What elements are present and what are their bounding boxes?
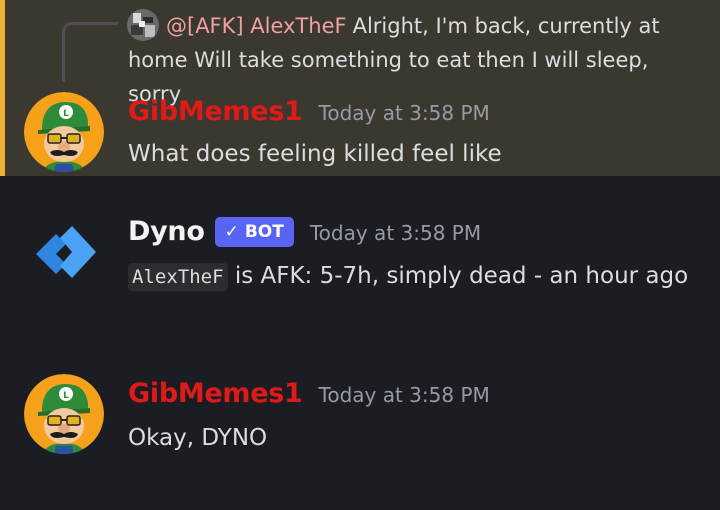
svg-text:L: L [63,391,69,401]
bot-badge-label: BOT [244,222,284,242]
message-highlighted[interactable]: @[AFK] AlexTheF Alright, I'm back, curren… [0,0,720,176]
message-content: Okay, DYNO [128,425,268,451]
message-header: GibMemes1 Today at 3:58 PM [128,96,490,127]
bot-badge: ✓ BOT [214,217,294,247]
message-header: Dyno ✓ BOT Today at 3:58 PM [128,216,481,250]
timestamp[interactable]: Today at 3:58 PM [310,221,481,245]
username[interactable]: Dyno [128,216,205,247]
message-text: is AFK: 5-7h, simply dead - an hour ago [227,263,689,289]
avatar[interactable]: L [24,374,104,454]
reply-connector [62,22,118,82]
username[interactable]: GibMemes1 [128,96,303,127]
timestamp[interactable]: Today at 3:58 PM [319,101,490,125]
checkmark-icon: ✓ [224,222,239,242]
message-bot[interactable]: Dyno ✓ BOT Today at 3:58 PM AlexTheF is A… [0,210,720,340]
bot-avatar[interactable] [24,214,104,294]
avatar[interactable]: L [24,92,104,172]
svg-text:L: L [63,109,69,119]
timestamp[interactable]: Today at 3:58 PM [319,383,490,407]
mention-highlight-bar [0,0,5,176]
message[interactable]: L GibMemes1 Today at 3:58 PM Okay, DYNO [0,372,720,472]
message-header: GibMemes1 Today at 3:58 PM [128,378,490,409]
message-content: AlexTheF is AFK: 5-7h, simply dead - an … [128,256,703,297]
reply-author[interactable]: @[AFK] AlexTheF [166,14,347,38]
inline-code: AlexTheF [128,263,228,291]
username[interactable]: GibMemes1 [128,378,303,409]
message-content: What does feeling killed feel like [128,141,502,167]
